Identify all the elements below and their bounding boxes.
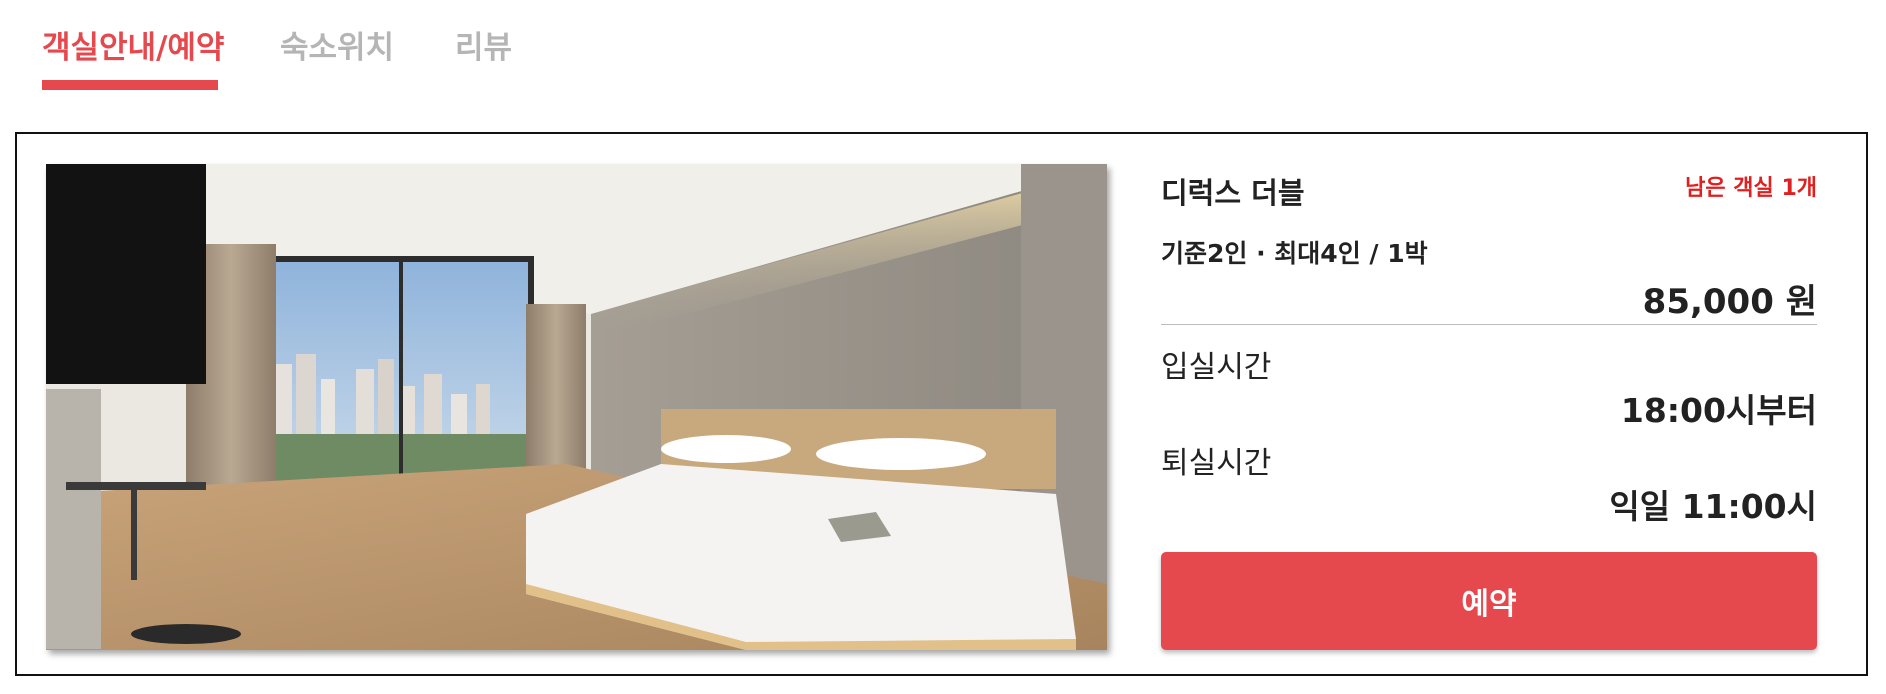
active-tab-indicator: [42, 80, 218, 90]
rooms-left-badge: 남은 객실 1개: [1685, 176, 1817, 201]
tab-reviews[interactable]: 리뷰: [455, 22, 512, 67]
room-card: 디럭스 더블 남은 객실 1개 기준2인 · 최대4인 / 1박 85,000 …: [15, 132, 1868, 676]
checkout-time: 익일 11:00시: [1609, 487, 1817, 526]
divider: [1161, 324, 1817, 325]
room-photo-image: [46, 164, 1107, 650]
checkin-label: 입실시간: [1161, 350, 1272, 385]
reserve-button[interactable]: 예약: [1161, 552, 1817, 650]
room-info-panel: 디럭스 더블 남은 객실 1개 기준2인 · 최대4인 / 1박 85,000 …: [1161, 164, 1817, 650]
room-photo[interactable]: [46, 164, 1107, 650]
room-name: 디럭스 더블: [1161, 176, 1305, 210]
checkout-label: 퇴실시간: [1161, 446, 1272, 481]
tab-location[interactable]: 숙소위치: [280, 22, 394, 67]
checkin-time: 18:00시부터: [1620, 391, 1817, 430]
tab-room-reservation[interactable]: 객실안내/예약: [42, 22, 224, 67]
room-price: 85,000 원: [1642, 282, 1817, 322]
room-capacity: 기준2인 · 최대4인 / 1박: [1161, 239, 1428, 268]
